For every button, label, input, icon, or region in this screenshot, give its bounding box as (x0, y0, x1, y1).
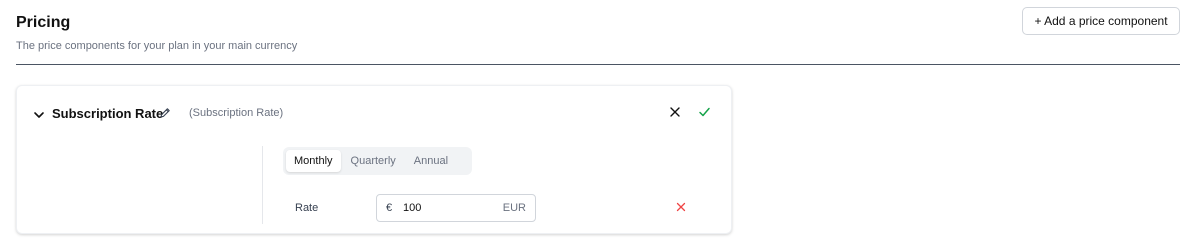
vertical-separator (262, 146, 263, 224)
component-type-label: (Subscription Rate) (189, 107, 284, 119)
chevron-down-icon[interactable] (32, 108, 46, 122)
currency-code: EUR (502, 202, 526, 214)
add-price-component-button[interactable]: + Add a price component (1022, 7, 1180, 35)
tab-monthly[interactable]: Monthly (286, 150, 341, 172)
tab-quarterly[interactable]: Quarterly (343, 150, 404, 172)
check-icon[interactable] (698, 106, 711, 118)
page-subtitle: The price components for your plan in yo… (16, 40, 298, 52)
pencil-icon[interactable] (159, 107, 171, 119)
price-component-card: Subscription Rate (Subscription Rate) Mo… (16, 85, 732, 234)
divider (16, 64, 1180, 65)
component-name: Subscription Rate (52, 106, 164, 121)
rate-value[interactable]: 100 (403, 202, 503, 214)
currency-symbol: € (386, 202, 393, 214)
rate-label: Rate (295, 202, 319, 214)
billing-period-tabs: Monthly Quarterly Annual (283, 147, 472, 175)
tab-annual[interactable]: Annual (406, 150, 456, 172)
remove-x-icon[interactable] (676, 202, 686, 212)
close-icon[interactable] (669, 106, 681, 118)
rate-input[interactable]: € 100 EUR (376, 194, 536, 222)
page-title: Pricing (16, 14, 71, 31)
